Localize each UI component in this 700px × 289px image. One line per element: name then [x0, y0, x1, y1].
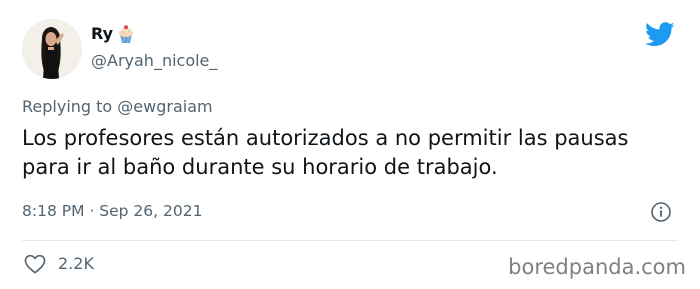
- divider: [22, 240, 678, 241]
- tweet-time: 8:18 PM: [22, 202, 85, 220]
- reply-mention-link[interactable]: @ewgraiam: [117, 97, 212, 116]
- avatar[interactable]: [22, 19, 82, 79]
- heart-icon[interactable]: [24, 254, 46, 274]
- display-name[interactable]: Ry: [91, 24, 113, 44]
- tweet-text: Los profesores están autorizados a no pe…: [22, 126, 629, 179]
- tweet-card: Ry @Aryah_nicole_ Replying to @ewgraiam …: [0, 0, 700, 289]
- replying-prefix: Replying to: [22, 97, 113, 116]
- user-handle[interactable]: @Aryah_nicole_: [91, 51, 217, 71]
- boredpanda-watermark: boredpanda.com: [508, 255, 686, 279]
- twitter-bird-icon[interactable]: [645, 22, 675, 47]
- like-action[interactable]: 2.2K: [24, 254, 94, 274]
- author-name-row: Ry: [91, 24, 136, 44]
- timestamp-separator: ·: [89, 202, 95, 220]
- tweet-timestamp[interactable]: 8:18 PM · Sep 26, 2021: [22, 200, 202, 222]
- info-icon[interactable]: [650, 201, 672, 223]
- like-count: 2.2K: [58, 254, 94, 273]
- tweet-date: Sep 26, 2021: [99, 202, 203, 220]
- cupcake-icon: [116, 24, 136, 44]
- avatar-photo: [22, 19, 82, 79]
- replying-to: Replying to @ewgraiam: [22, 96, 213, 118]
